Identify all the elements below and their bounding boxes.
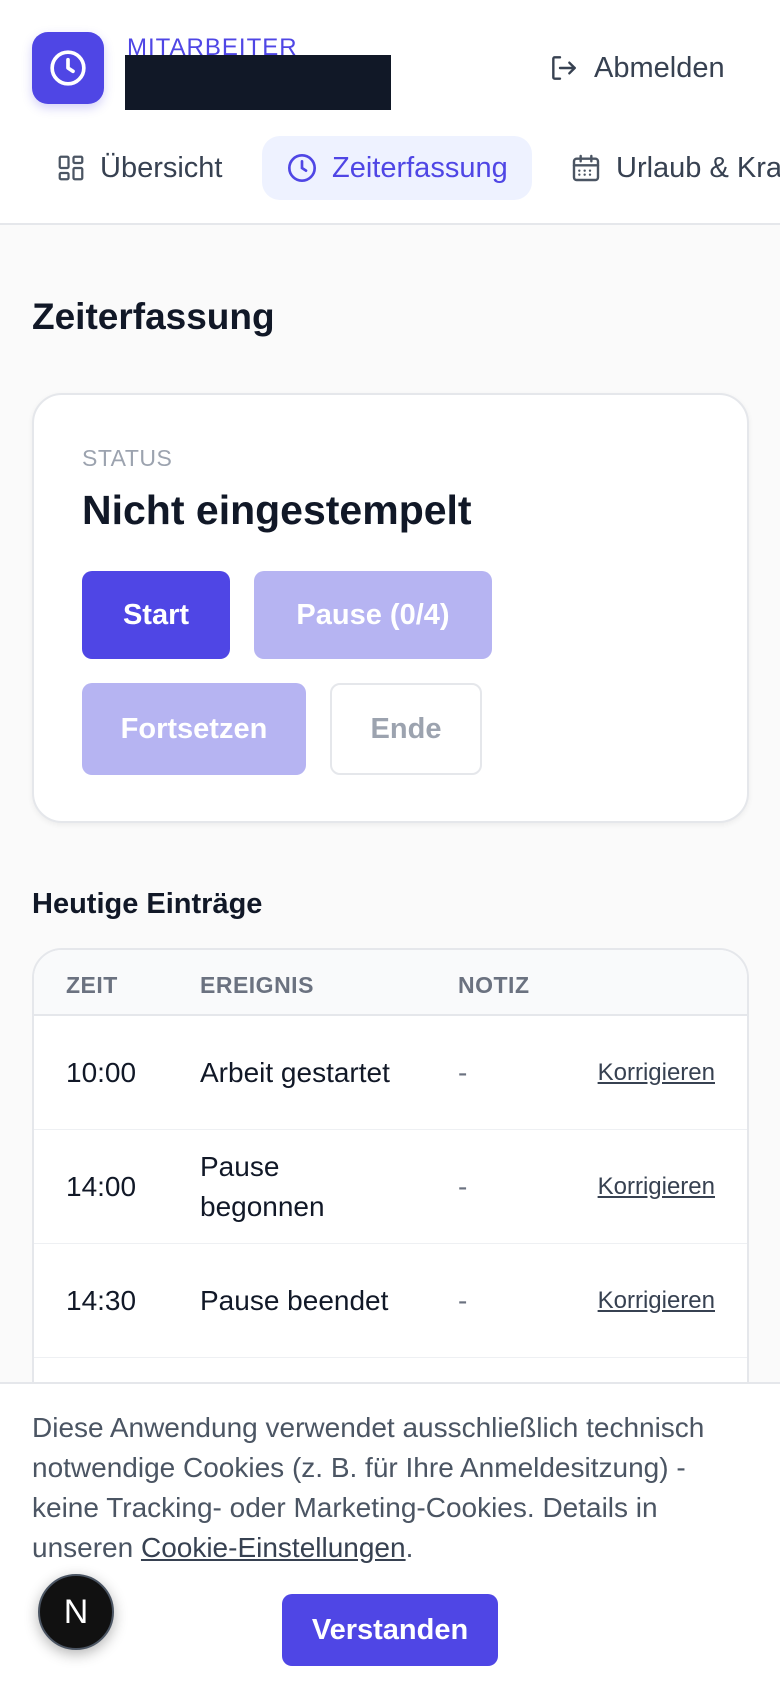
cookie-banner: Diese Anwendung verwendet ausschließlich… <box>0 1382 780 1688</box>
pause-button[interactable]: Pause (0/4) <box>254 571 492 659</box>
entry-note: - <box>458 1285 468 1316</box>
status-card: STATUS Nicht eingestempelt Start Pause (… <box>32 393 749 823</box>
table-row: 14:30 Pause beendet - Korrigieren <box>34 1244 747 1358</box>
column-header-note: NOTIZ <box>458 972 530 998</box>
clock-icon <box>50 50 86 86</box>
calendar-icon <box>572 154 600 182</box>
end-button[interactable]: Ende <box>330 683 482 775</box>
table-row: 14:00 Pause begonnen - Korrigieren <box>34 1130 747 1244</box>
entries-title: Heutige Einträge <box>32 888 263 920</box>
tab-overview[interactable]: Übersicht <box>32 136 247 200</box>
user-name-redacted <box>125 55 391 110</box>
entry-note: - <box>458 1057 468 1088</box>
tab-overview-label: Übersicht <box>100 151 223 184</box>
column-header-event: EREIGNIS <box>200 972 314 998</box>
entry-time: 14:00 <box>66 1171 137 1202</box>
logout-label: Abmelden <box>594 51 725 84</box>
entry-event: Pause begonnen <box>200 1151 325 1222</box>
table-row: 10:00 Arbeit gestartet - Korrigieren <box>34 1016 747 1130</box>
tab-time-tracking-label: Zeiterfassung <box>332 151 508 184</box>
logout-button[interactable]: Abmelden <box>548 48 725 88</box>
entry-time: 14:30 <box>66 1285 137 1316</box>
tab-vacation-label: Urlaub & Krankmeldung <box>616 151 780 184</box>
table-header: ZEIT EREIGNIS NOTIZ <box>34 950 747 1016</box>
cookie-suffix: . <box>405 1532 414 1563</box>
tab-time-tracking[interactable]: Zeiterfassung <box>262 136 532 200</box>
accept-cookies-button[interactable]: Verstanden <box>282 1594 498 1666</box>
entry-note: - <box>458 1171 468 1202</box>
start-button[interactable]: Start <box>82 571 230 659</box>
correct-link[interactable]: Korrigieren <box>598 1016 715 1130</box>
cookie-text: Diese Anwendung verwendet ausschließlich… <box>32 1408 752 1568</box>
dev-tools-badge[interactable]: N <box>38 1574 114 1650</box>
main-nav-tabs: Übersicht Zeiterfassung Urlaub & Krankme… <box>0 136 780 200</box>
tab-vacation[interactable]: Urlaub & Krankmeldung <box>546 136 780 200</box>
entry-event: Arbeit gestartet <box>200 1057 390 1088</box>
entry-event: Pause beendet <box>200 1285 389 1316</box>
entries-table: ZEIT EREIGNIS NOTIZ 10:00 Arbeit gestart… <box>32 948 749 1408</box>
grid-icon <box>58 155 84 181</box>
cookie-settings-link[interactable]: Cookie-Einstellungen <box>141 1532 406 1563</box>
logout-icon <box>552 56 576 80</box>
status-label: STATUS <box>82 445 173 471</box>
app-page: MITARBEITER Abmelden Übersicht Zeiterfas… <box>0 0 780 1688</box>
entry-time: 10:00 <box>66 1057 137 1088</box>
column-header-time: ZEIT <box>66 972 118 998</box>
correct-link[interactable]: Korrigieren <box>598 1244 715 1358</box>
status-value: Nicht eingestempelt <box>82 487 472 533</box>
resume-button[interactable]: Fortsetzen <box>82 683 306 775</box>
app-logo <box>32 32 104 104</box>
app-header: MITARBEITER Abmelden Übersicht Zeiterfas… <box>0 0 780 225</box>
clock-icon <box>288 154 316 182</box>
correct-link[interactable]: Korrigieren <box>598 1130 715 1244</box>
page-title: Zeiterfassung <box>32 296 275 337</box>
